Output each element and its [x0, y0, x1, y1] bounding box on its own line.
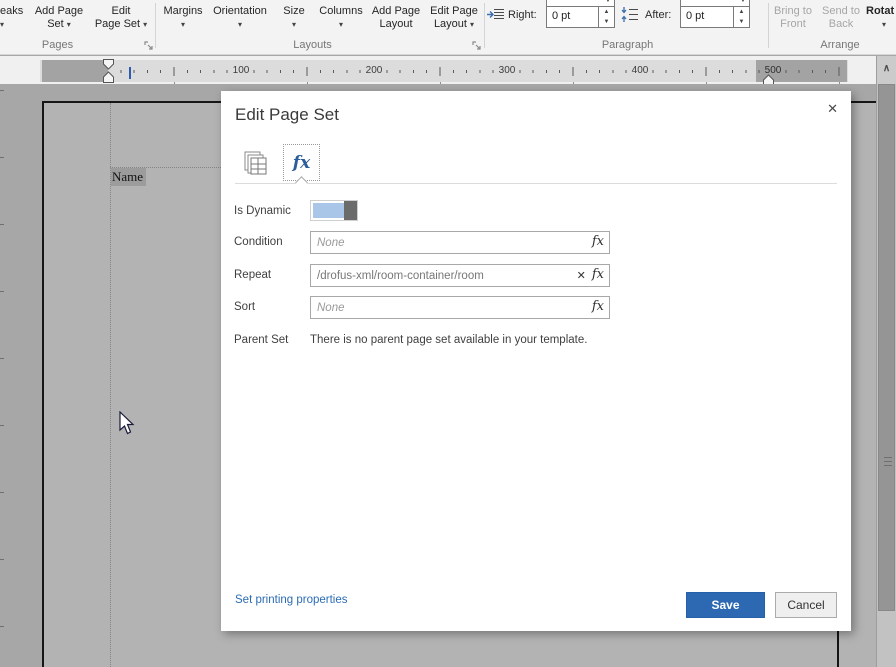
spin-down-icon: ▼ — [740, 0, 746, 4]
chevron-down-icon: ▾ — [208, 18, 272, 31]
after-spacing-input[interactable]: 0 pt ▲ ▼ — [680, 6, 750, 28]
ruler-dots — [108, 70, 848, 73]
scroll-up-button[interactable]: ∧ — [876, 56, 896, 84]
edit-page-layout-button[interactable]: Edit Page Layout ▾ — [426, 5, 482, 31]
ruler-row: 100 200 300 400 500 — [0, 56, 896, 84]
pages-grid-icon — [243, 150, 269, 176]
pages-dialog-launcher-icon[interactable] — [143, 40, 154, 51]
after-spacing-value: 0 pt — [681, 7, 733, 27]
repeat-label: Repeat — [234, 264, 271, 286]
right-spacing-label: Right: — [508, 9, 537, 21]
chevron-down-icon: ▾ — [0, 20, 4, 29]
ruler-left-margin — [42, 60, 108, 82]
indent-markers[interactable] — [102, 58, 115, 85]
edit-page-set-button[interactable]: Edit Page Set ▾ — [92, 5, 150, 31]
chevron-down-icon: ▾ — [314, 18, 368, 31]
ruler-mark: 400 — [630, 60, 651, 82]
tab-page-layout[interactable] — [237, 144, 274, 181]
sort-input[interactable] — [311, 302, 590, 314]
repeat-field: ✕ fx — [310, 264, 610, 287]
condition-field: fx — [310, 231, 610, 254]
page-right-border — [837, 631, 839, 667]
ruler-mark: 100 — [231, 60, 252, 82]
fx-picker-icon[interactable]: fx — [590, 267, 609, 284]
toggle-knob — [344, 201, 357, 220]
sort-field: fx — [310, 296, 610, 319]
is-dynamic-toggle[interactable] — [310, 200, 358, 221]
scrollbar-thumb[interactable] — [878, 84, 895, 611]
ribbon: eaks ▾ Add Page Set ▾ Edit Page Set ▾ Pa… — [0, 0, 896, 55]
ruler-mark: 300 — [497, 60, 518, 82]
rotate-button[interactable]: Rotat ▾ — [866, 5, 896, 31]
breaks-label: eaks — [0, 5, 23, 17]
breaks-button[interactable]: eaks ▾ — [0, 5, 30, 31]
group-divider — [155, 3, 156, 48]
close-icon[interactable]: ✕ — [827, 101, 838, 117]
orientation-button[interactable]: Orientation ▾ — [208, 5, 272, 31]
bring-to-front-button[interactable]: Bring to Front — [770, 5, 816, 31]
fx-picker-icon[interactable]: fx — [590, 234, 609, 251]
size-button[interactable]: Size ▾ — [276, 5, 312, 31]
right-indent-icon — [487, 8, 505, 21]
chevron-up-icon: ∧ — [883, 63, 890, 74]
chevron-down-icon: ▾ — [276, 18, 312, 31]
spin-down-icon[interactable]: ▼ — [734, 17, 749, 27]
send-to-back-button[interactable]: Send to Back — [818, 5, 864, 31]
fx-icon: fx — [293, 153, 310, 173]
cancel-button[interactable]: Cancel — [775, 592, 837, 618]
spin-down-icon[interactable]: ▼ — [599, 17, 614, 27]
group-divider — [484, 3, 485, 48]
chevron-down-icon: ▾ — [158, 18, 208, 31]
arrange-group-label: Arrange — [800, 39, 880, 51]
columns-button[interactable]: Columns ▾ — [314, 5, 368, 31]
right-spacing-value: 0 pt — [547, 7, 598, 27]
table-column-guide — [110, 103, 111, 667]
set-printing-properties-link[interactable]: Set printing properties — [235, 594, 348, 606]
edit-page-set-dialog: Edit Page Set ✕ fx Is Dynamic Condition … — [221, 91, 851, 631]
after-spacing-label: After: — [645, 9, 671, 21]
spin-up-icon[interactable]: ▲ — [599, 7, 614, 17]
save-button[interactable]: Save — [686, 592, 765, 618]
spin-up-icon[interactable]: ▲ — [734, 7, 749, 17]
chevron-down-icon: ▾ — [866, 18, 896, 31]
parent-set-label: Parent Set — [234, 329, 288, 351]
right-spacing-input[interactable]: 0 pt ▲ ▼ — [546, 6, 615, 28]
sort-label: Sort — [234, 296, 255, 318]
vertical-scrollbar[interactable] — [876, 84, 896, 667]
cursor-position-marker — [129, 67, 131, 79]
chevron-down-icon: ▾ — [67, 20, 71, 29]
layouts-group-label: Layouts — [270, 39, 355, 51]
vertical-ruler-ticks — [0, 90, 4, 667]
group-divider — [768, 3, 769, 48]
paragraph-group-label: Paragraph — [585, 39, 670, 51]
spin-down-icon: ▼ — [605, 0, 611, 4]
clear-icon[interactable]: ✕ — [573, 269, 590, 282]
chevron-down-icon: ▾ — [143, 20, 147, 29]
mouse-cursor — [119, 411, 136, 436]
is-dynamic-label: Is Dynamic — [234, 200, 291, 222]
table-cell-name[interactable]: Name — [111, 168, 146, 186]
ruler-mark: 200 — [364, 60, 385, 82]
fx-picker-icon[interactable]: fx — [590, 299, 609, 316]
condition-label: Condition — [234, 231, 283, 253]
condition-input[interactable] — [311, 237, 590, 249]
pages-group-label: Pages — [15, 39, 100, 51]
dialog-title: Edit Page Set — [235, 105, 339, 125]
chevron-down-icon: ▾ — [470, 20, 474, 29]
repeat-input[interactable] — [311, 270, 573, 282]
add-page-set-button[interactable]: Add Page Set ▾ — [30, 5, 88, 31]
add-page-layout-button[interactable]: Add Page Layout — [368, 5, 424, 31]
margins-button[interactable]: Margins ▾ — [158, 5, 208, 31]
spacing-after-icon — [621, 7, 639, 22]
parent-set-text: There is no parent page set available in… — [310, 329, 587, 351]
layouts-dialog-launcher-icon[interactable] — [471, 40, 482, 51]
horizontal-ruler[interactable]: 100 200 300 400 500 — [40, 60, 848, 82]
tab-separator — [235, 183, 837, 184]
